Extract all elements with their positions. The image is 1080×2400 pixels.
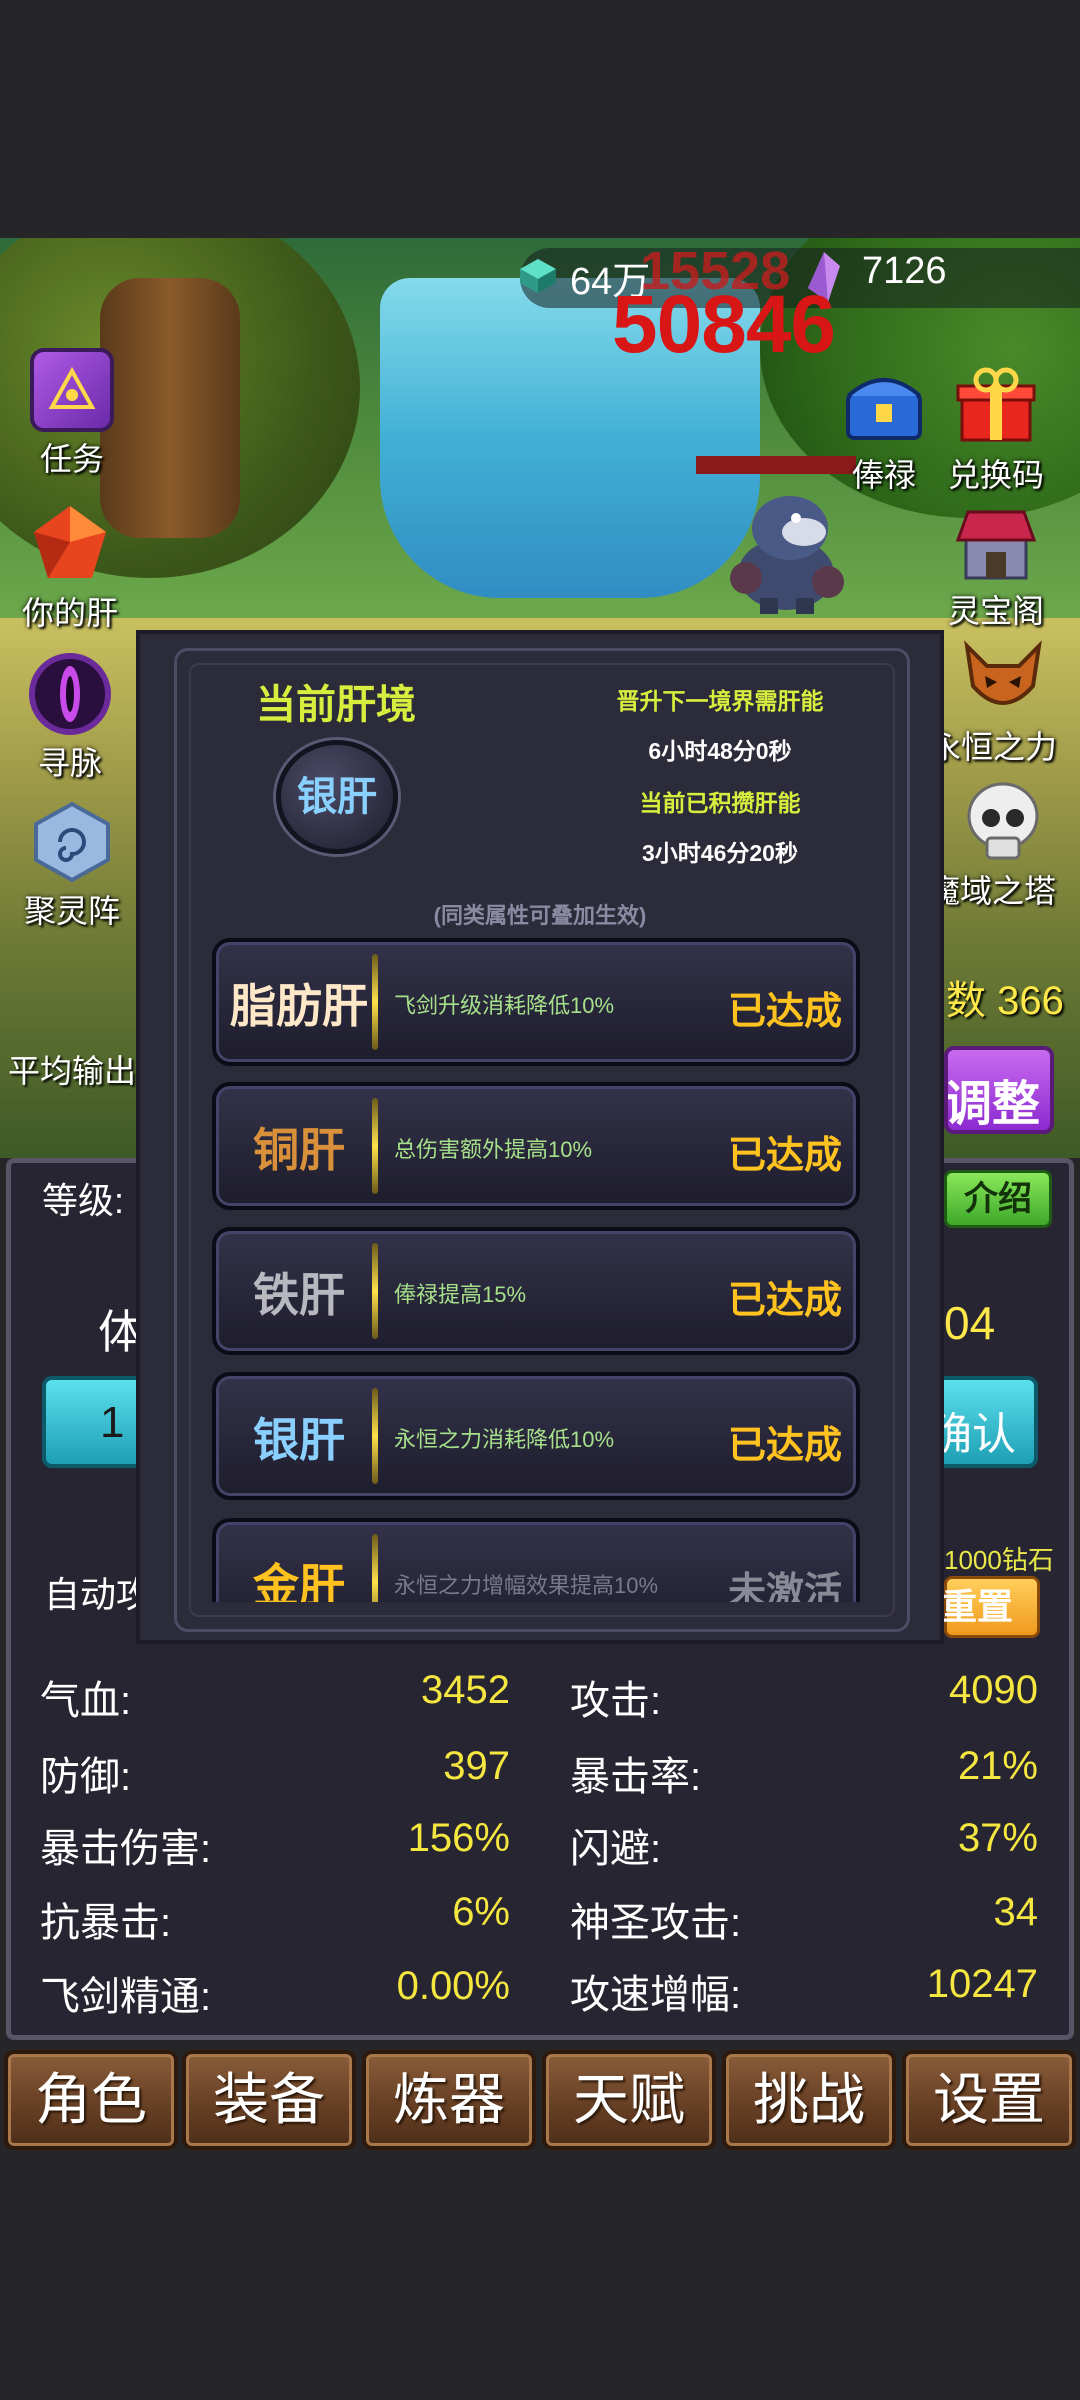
tier-status: 未激活 xyxy=(727,1571,842,1602)
gift-box-icon xyxy=(954,364,1038,448)
tier-desc: 总伤害额外提高10% xyxy=(394,1137,593,1162)
bottom-nav: 角色 装备 炼器 天赋 挑战 设置 xyxy=(0,2050,1080,2156)
realm-title: 当前肝境 xyxy=(256,683,416,727)
tier-desc: 永恒之力增幅效果提高10% xyxy=(394,1573,659,1598)
nav-challenge[interactable]: 挑战 xyxy=(722,2050,896,2150)
divider xyxy=(372,954,378,1050)
purple-eye-icon xyxy=(28,652,112,736)
level-label: 等级: xyxy=(42,1180,125,1221)
attribute-value: 04 xyxy=(944,1297,996,1349)
menu-your-liver[interactable]: 你的肝 xyxy=(0,502,140,634)
nav-settings[interactable]: 设置 xyxy=(902,2050,1076,2150)
realm-list[interactable]: 脂肪肝 飞剑升级消耗降低10% 已达成 铜肝 总伤害额外提高10% 已达成 铁肝… xyxy=(210,930,866,1602)
next-realm-label: 晋升下一境界需肝能 xyxy=(616,688,824,714)
tier-desc: 俸禄提高15% xyxy=(394,1282,527,1307)
system-nav-area xyxy=(0,2160,1080,2400)
stack-note: (同类属性可叠加生效) xyxy=(433,903,647,928)
current-realm-badge: 银肝 xyxy=(276,740,398,854)
menu-seek-vein[interactable]: 寻脉 xyxy=(0,652,140,784)
tier-status: 已达成 xyxy=(727,991,842,1033)
nav-talent[interactable]: 天赋 xyxy=(542,2050,716,2150)
tier-name: 铜肝 xyxy=(253,1124,345,1176)
menu-demon-tower[interactable]: 魔域之塔 xyxy=(928,780,1078,912)
list-item: 铁肝 俸禄提高15% 已达成 xyxy=(212,1227,860,1355)
tier-name: 脂肪肝 xyxy=(230,980,368,1032)
divider xyxy=(372,1098,378,1194)
tier-name: 金肝 xyxy=(253,1560,345,1602)
status-bar-area xyxy=(0,0,1080,238)
diamond-cost: 1000钻石 xyxy=(944,1545,1054,1575)
reset-button[interactable]: 重置 xyxy=(941,1576,1040,1638)
purple-gem-amount: 7126 xyxy=(862,250,947,292)
divider xyxy=(372,1534,378,1602)
avg-output-label: 平均输出 xyxy=(8,1053,137,1089)
tier-status: 已达成 xyxy=(727,1280,842,1322)
tier-desc: 飞剑升级消耗降低10% xyxy=(394,993,615,1018)
damage-number-big: 50846 xyxy=(612,279,836,370)
shop-icon xyxy=(954,500,1038,584)
menu-quest[interactable]: 任务 xyxy=(2,348,142,480)
monster-sprite[interactable] xyxy=(716,478,856,618)
menu-treasure-shop[interactable]: 灵宝阁 xyxy=(926,500,1066,632)
confirm-button[interactable]: 确认 xyxy=(928,1376,1038,1468)
tier-name: 银肝 xyxy=(253,1414,345,1466)
menu-redeem-code[interactable]: 兑换码 xyxy=(926,364,1066,496)
tier-status: 已达成 xyxy=(727,1425,842,1467)
count-text: 数 366 xyxy=(946,979,1064,1023)
game-screen: { "resources": {"crystal": "64万", "purpl… xyxy=(0,0,1080,2400)
quest-book-icon xyxy=(30,348,114,432)
red-gem-icon xyxy=(28,502,112,586)
demon-mask-icon xyxy=(961,636,1045,720)
treasure-chest-icon xyxy=(842,364,926,448)
list-item: 金肝 永恒之力增幅效果提高10% 未激活 xyxy=(212,1518,860,1602)
divider xyxy=(372,1388,378,1484)
divider xyxy=(372,1243,378,1339)
nav-character[interactable]: 角色 xyxy=(4,2050,178,2150)
list-item: 铜肝 总伤害额外提高10% 已达成 xyxy=(212,1082,860,1210)
nav-refine[interactable]: 炼器 xyxy=(362,2050,536,2150)
accumulated-value: 3小时46分20秒 xyxy=(642,840,798,866)
nav-equipment[interactable]: 装备 xyxy=(182,2050,356,2150)
tier-desc: 永恒之力消耗降低10% xyxy=(394,1427,615,1452)
crystal-icon xyxy=(520,259,556,293)
adjust-button[interactable]: 调整 xyxy=(944,1046,1054,1134)
tier-status: 已达成 xyxy=(727,1135,842,1177)
skull-icon xyxy=(961,780,1045,864)
list-item: 脂肪肝 飞剑升级消耗降低10% 已达成 xyxy=(212,938,860,1066)
menu-spirit-array[interactable]: 聚灵阵 xyxy=(2,800,142,932)
rune-stone-icon xyxy=(30,800,114,884)
intro-button[interactable]: 介绍 xyxy=(944,1170,1052,1228)
accumulated-label: 当前已积攒肝能 xyxy=(639,790,801,816)
list-item: 银肝 永恒之力消耗降低10% 已达成 xyxy=(212,1372,860,1500)
next-realm-value: 6小时48分0秒 xyxy=(648,738,792,764)
menu-eternal-power[interactable]: 永恒之力 xyxy=(928,636,1078,768)
tier-name: 铁肝 xyxy=(253,1269,345,1321)
